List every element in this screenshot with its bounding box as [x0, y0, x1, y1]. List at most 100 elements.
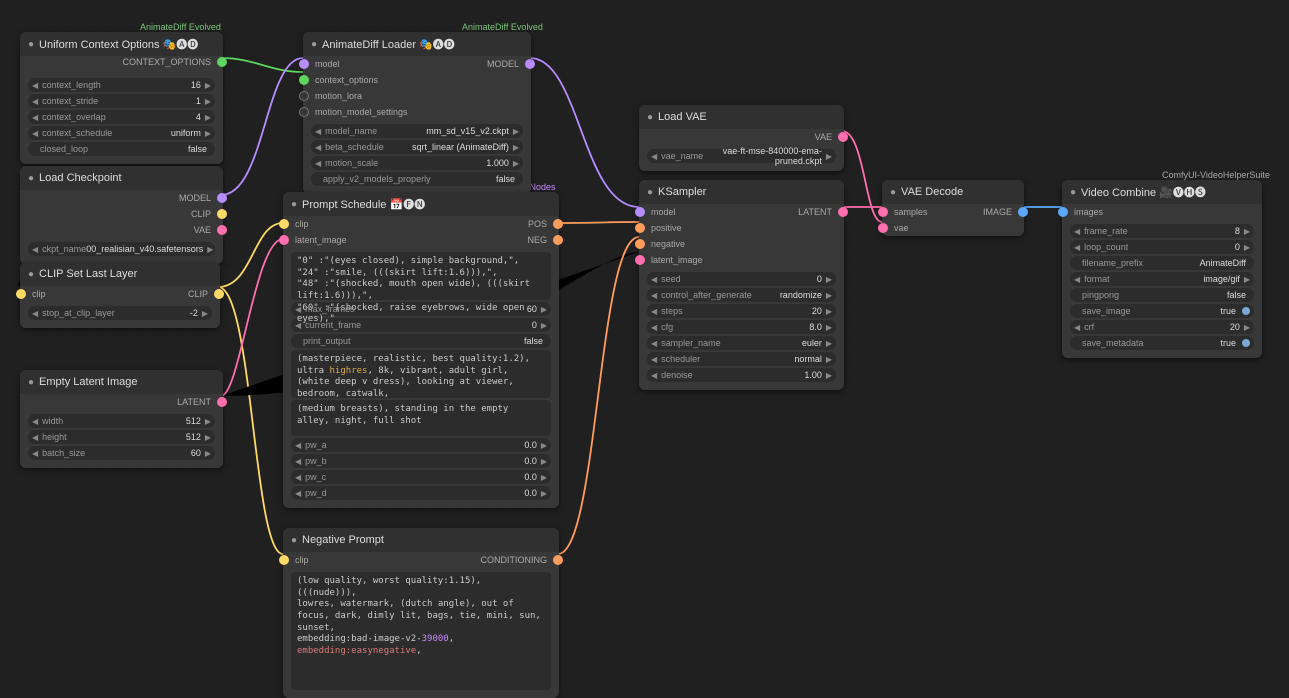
- widget-beta-schedule[interactable]: ◀beta_schedulesqrt_linear (AnimateDiff)▶: [311, 140, 523, 154]
- input-port-clip[interactable]: [279, 219, 289, 229]
- node-negative-prompt[interactable]: ●Negative Prompt clip CONDITIONING (low …: [283, 528, 559, 698]
- output-port-clip[interactable]: [217, 209, 227, 219]
- widget-model-name[interactable]: ◀model_namemm_sd_v15_v2.ckpt▶: [311, 124, 523, 138]
- node-load-checkpoint[interactable]: ●Load Checkpoint MODEL CLIP VAE ◀ckpt_na…: [20, 166, 223, 264]
- collapse-icon[interactable]: ●: [890, 187, 896, 198]
- collapse-icon[interactable]: ●: [647, 187, 653, 198]
- toggle-dot-icon: [1242, 339, 1250, 347]
- textarea-schedule[interactable]: "0" :"(eyes closed), simple background,"…: [291, 252, 551, 300]
- textarea-negative[interactable]: (low quality, worst quality:1.15), (((nu…: [291, 572, 551, 690]
- collapse-icon[interactable]: ●: [291, 535, 297, 546]
- widget-scheduler[interactable]: ◀schedulernormal▶: [647, 352, 836, 366]
- node-title: Negative Prompt: [302, 534, 384, 546]
- input-port-clip[interactable]: [16, 289, 26, 299]
- textarea-prompt[interactable]: (masterpiece, realistic, best quality:1.…: [291, 350, 551, 398]
- widget-print-output[interactable]: print_outputfalse: [291, 334, 551, 348]
- node-title: Empty Latent Image: [39, 376, 137, 388]
- widget-apply-v2[interactable]: apply_v2_models_properlyfalse: [311, 172, 523, 186]
- widget-context-stride[interactable]: ◀context_stride1▶: [28, 94, 215, 108]
- input-port-latent[interactable]: [279, 235, 289, 245]
- widget-max-frames[interactable]: ◀max_frames60▶: [291, 302, 551, 316]
- collapse-icon[interactable]: ●: [291, 199, 297, 210]
- widget-ckpt-name[interactable]: ◀ckpt_name00_realisian_v40.safetensors▶: [28, 242, 215, 256]
- input-port-context[interactable]: [299, 75, 309, 85]
- widget-stop-at-clip-layer[interactable]: ◀stop_at_clip_layer-2▶: [28, 306, 212, 320]
- collapse-icon[interactable]: ●: [28, 39, 34, 50]
- output-port[interactable]: [217, 57, 227, 67]
- output-port-clip[interactable]: [214, 289, 224, 299]
- output-port-model[interactable]: [217, 193, 227, 203]
- node-prompt-schedule[interactable]: ●Prompt Schedule 📅🅕🅝 clip POS latent_ima…: [283, 192, 559, 508]
- input-port-mm[interactable]: [299, 107, 309, 117]
- node-title: Video Combine 🎥🅥🅗🅢: [1081, 184, 1206, 200]
- widget-width[interactable]: ◀width512▶: [28, 414, 215, 428]
- toggle-dot-icon: [1242, 307, 1250, 315]
- input-port-negative[interactable]: [635, 239, 645, 249]
- input-port-samples[interactable]: [878, 207, 888, 217]
- widget-pw-c[interactable]: ◀pw_c0.0▶: [291, 470, 551, 484]
- widget-save-metadata[interactable]: save_metadatatrue: [1070, 336, 1254, 350]
- output-port-model[interactable]: [525, 59, 535, 69]
- output-port-vae[interactable]: [217, 225, 227, 235]
- node-vae-decode[interactable]: ●VAE Decode samples IMAGE vae: [882, 180, 1024, 236]
- widget-loop-count[interactable]: ◀loop_count0▶: [1070, 240, 1254, 254]
- collapse-icon[interactable]: ●: [28, 173, 34, 184]
- node-clip-set-last-layer[interactable]: ●CLIP Set Last Layer clip CLIP ◀stop_at_…: [20, 262, 220, 328]
- output-port-conditioning[interactable]: [553, 555, 563, 565]
- collapse-icon[interactable]: ●: [311, 39, 317, 50]
- input-port-images[interactable]: [1058, 207, 1068, 217]
- widget-cfg[interactable]: ◀cfg8.0▶: [647, 320, 836, 334]
- widget-batch-size[interactable]: ◀batch_size60▶: [28, 446, 215, 460]
- output-port-vae[interactable]: [838, 132, 848, 142]
- collapse-icon[interactable]: ●: [28, 269, 34, 280]
- widget-sampler-name[interactable]: ◀sampler_nameeuler▶: [647, 336, 836, 350]
- widget-denoise[interactable]: ◀denoise1.00▶: [647, 368, 836, 382]
- category-label: AnimateDiff Evolved: [140, 22, 221, 32]
- node-load-vae[interactable]: ●Load VAE VAE ◀vae_namevae-ft-mse-840000…: [639, 105, 844, 171]
- widget-pingpong[interactable]: pingpongfalse: [1070, 288, 1254, 302]
- widget-height[interactable]: ◀height512▶: [28, 430, 215, 444]
- widget-seed[interactable]: ◀seed0▶: [647, 272, 836, 286]
- input-port-vae[interactable]: [878, 223, 888, 233]
- output-port-latent[interactable]: [838, 207, 848, 217]
- widget-pw-a[interactable]: ◀pw_a0.0▶: [291, 438, 551, 452]
- widget-context-length[interactable]: ◀context_length16▶: [28, 78, 215, 92]
- widget-crf[interactable]: ◀crf20▶: [1070, 320, 1254, 334]
- output-port-neg[interactable]: [553, 235, 563, 245]
- node-animatediff-loader[interactable]: ●AnimateDiff Loader 🎭🅐🅓 model MODEL cont…: [303, 32, 531, 194]
- widget-frame-rate[interactable]: ◀frame_rate8▶: [1070, 224, 1254, 238]
- category-label: ComfyUI-VideoHelperSuite: [1162, 170, 1270, 180]
- output-port-pos[interactable]: [553, 219, 563, 229]
- widget-pw-d[interactable]: ◀pw_d0.0▶: [291, 486, 551, 500]
- widget-pw-b[interactable]: ◀pw_b0.0▶: [291, 454, 551, 468]
- output-port-image[interactable]: [1018, 207, 1028, 217]
- widget-motion-scale[interactable]: ◀motion_scale1.000▶: [311, 156, 523, 170]
- widget-closed-loop[interactable]: closed_loopfalse: [28, 142, 215, 156]
- node-empty-latent-image[interactable]: ●Empty Latent Image LATENT ◀width512▶ ◀h…: [20, 370, 223, 468]
- node-video-combine[interactable]: ●Video Combine 🎥🅥🅗🅢 images ◀frame_rate8▶…: [1062, 180, 1262, 358]
- widget-context-schedule[interactable]: ◀context_scheduleuniform▶: [28, 126, 215, 140]
- collapse-icon[interactable]: ●: [1070, 187, 1076, 198]
- node-title: CLIP Set Last Layer: [39, 268, 137, 280]
- widget-save-image[interactable]: save_imagetrue: [1070, 304, 1254, 318]
- widget-context-overlap[interactable]: ◀context_overlap4▶: [28, 110, 215, 124]
- textarea-prompt2[interactable]: (medium breasts), standing in the empty …: [291, 400, 551, 436]
- input-port-model[interactable]: [635, 207, 645, 217]
- collapse-icon[interactable]: ●: [647, 112, 653, 123]
- widget-control-after-generate[interactable]: ◀control_after_generaterandomize▶: [647, 288, 836, 302]
- widget-format[interactable]: ◀formatimage/gif▶: [1070, 272, 1254, 286]
- input-port-positive[interactable]: [635, 223, 645, 233]
- collapse-icon[interactable]: ●: [28, 377, 34, 388]
- widget-current-frame[interactable]: ◀current_frame0▶: [291, 318, 551, 332]
- node-uniform-context-options[interactable]: ●Uniform Context Options 🎭🅐🅓 CONTEXT_OPT…: [20, 32, 223, 164]
- input-port-clip[interactable]: [279, 555, 289, 565]
- input-port-latent[interactable]: [635, 255, 645, 265]
- widget-vae-name[interactable]: ◀vae_namevae-ft-mse-840000-ema-pruned.ck…: [647, 149, 836, 163]
- widget-filename-prefix[interactable]: filename_prefixAnimateDiff: [1070, 256, 1254, 270]
- input-port-model[interactable]: [299, 59, 309, 69]
- widget-steps[interactable]: ◀steps20▶: [647, 304, 836, 318]
- node-title: KSampler: [658, 186, 706, 198]
- input-port-lora[interactable]: [299, 91, 309, 101]
- node-ksampler[interactable]: ●KSampler model LATENT positive negative…: [639, 180, 844, 390]
- output-port-latent[interactable]: [217, 397, 227, 407]
